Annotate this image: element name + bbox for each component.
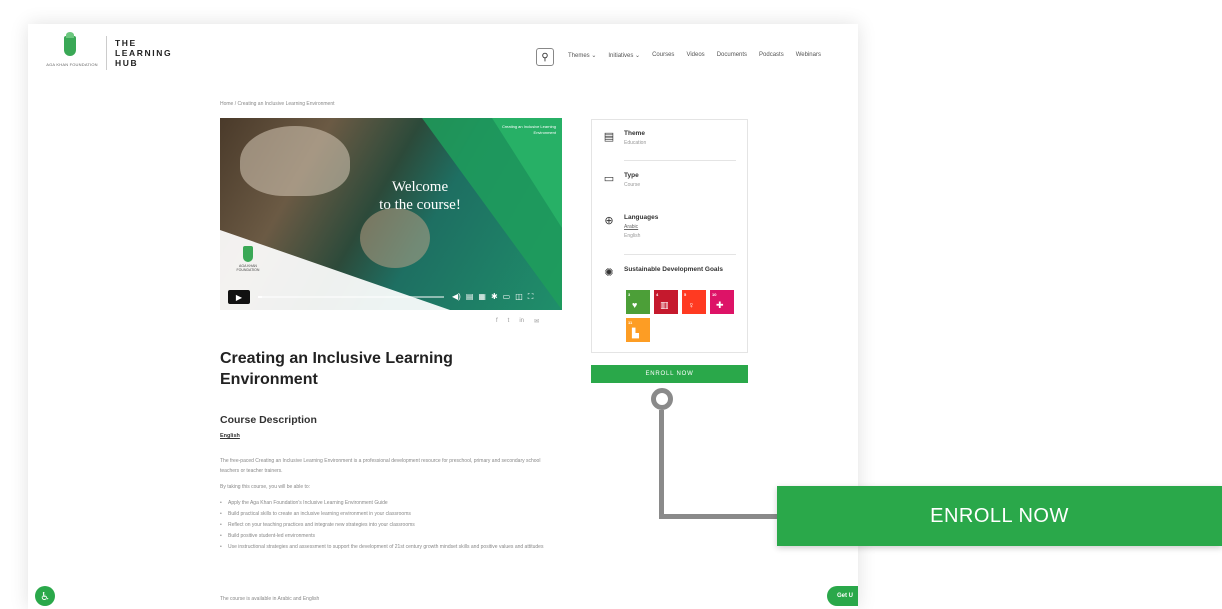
language-link[interactable]: English <box>220 433 240 439</box>
cast-icon[interactable]: ◫ <box>515 292 523 302</box>
nav-item-podcasts[interactable]: Podcasts <box>759 52 784 59</box>
welcome-line-2: to the course! <box>379 197 461 213</box>
nav-item-documents[interactable]: Documents <box>717 52 747 59</box>
folder-icon: ▭ <box>603 173 615 185</box>
theme-label: Theme <box>624 130 645 137</box>
facebook-icon[interactable]: f <box>496 318 498 325</box>
sdg-icons: 3 ♥ 4 ▥ 5 ♀ 10 ✚ 11 ▙ <box>626 290 734 342</box>
description-intro: The free-paced Creating an Inclusive Lea… <box>220 458 541 474</box>
info-sdg: ✺ Sustainable Development Goals <box>602 266 724 280</box>
type-value: Course <box>624 182 641 188</box>
sdg-wheel-icon: ✺ <box>604 267 614 279</box>
language-arabic-link[interactable]: Arabic <box>624 224 658 230</box>
video-photo-figure <box>240 126 350 196</box>
nav-item-initiatives[interactable]: Initiatives ⌄ <box>608 52 640 59</box>
description-outcomes-lead: By taking this course, you will be able … <box>220 484 311 490</box>
captions-icon[interactable]: ▤ <box>466 292 474 302</box>
callout-line-vertical <box>659 410 664 518</box>
logo-line-2: LEARNING <box>115 48 173 58</box>
logo-line-1: THE <box>115 38 137 48</box>
language-english: English <box>624 233 641 239</box>
video-controls: ▶ ◀) ▤ ▦ ✱ ▭ ◫ ⛶ <box>220 290 562 304</box>
list-item: Build practical skills to create an incl… <box>220 509 560 519</box>
info-type: ▭ Type Course <box>602 172 640 188</box>
play-icon: ▶ <box>235 292 243 302</box>
main-nav: Themes ⌄ Initiatives ⌄ Courses Videos Do… <box>568 52 821 59</box>
accessibility-icon: ♿ <box>40 590 50 603</box>
logo-mark: AGA KHAN FOUNDATION <box>44 32 100 72</box>
info-languages: ⊕ Languages Arabic English <box>602 214 658 239</box>
sdg-4-icon[interactable]: 4 ▥ <box>654 290 678 314</box>
welcome-line-1: Welcome <box>391 179 449 195</box>
breadcrumb[interactable]: Home / Creating an Inclusive Learning En… <box>220 101 335 107</box>
nav-item-themes[interactable]: Themes ⌄ <box>568 52 596 59</box>
site-logo[interactable]: AGA KHAN FOUNDATION THE LEARNING HUB <box>44 32 172 72</box>
sdg-11-icon[interactable]: 11 ▙ <box>626 318 650 342</box>
outcomes-list: Apply the Aga Khan Foundation's Inclusiv… <box>220 498 560 552</box>
search-button[interactable]: ⚲ <box>536 48 554 66</box>
theme-value: Education <box>624 140 647 146</box>
volume-icon[interactable]: ◀) <box>452 292 461 302</box>
divider <box>624 160 736 161</box>
search-icon: ⚲ <box>541 51 549 63</box>
browser-page: AGA KHAN FOUNDATION THE LEARNING HUB ⚲ T… <box>28 24 858 609</box>
globe-icon: ⊕ <box>604 215 614 227</box>
enroll-now-callout-button[interactable]: ENROLL NOW <box>777 486 1222 546</box>
sdg-label: Sustainable Development Goals <box>624 266 723 273</box>
callout-circle <box>651 388 673 410</box>
book-icon: ▤ <box>603 131 615 143</box>
fullscreen-icon[interactable]: ⛶ <box>528 292 534 302</box>
play-button[interactable]: ▶ <box>228 290 250 304</box>
info-theme: ▤ Theme Education <box>602 130 646 146</box>
email-icon[interactable]: ✉ <box>534 318 539 325</box>
video-welcome-text: Welcome to the course! <box>340 178 500 214</box>
video-player[interactable]: Creating an Inclusive Learning Environme… <box>220 118 562 310</box>
video-logo: AGA KHAN FOUNDATION <box>228 246 268 272</box>
list-item: Use instructional strategies and assessm… <box>220 542 560 552</box>
logo-icon <box>64 32 76 56</box>
list-item: Build positive student-led environments <box>220 531 560 541</box>
share-icons: f t in ✉ <box>496 318 539 325</box>
list-item: Reflect on your teaching practices and i… <box>220 520 560 530</box>
settings-icon[interactable]: ✱ <box>491 292 498 302</box>
sdg-5-icon[interactable]: 5 ♀ <box>682 290 706 314</box>
list-item: Apply the Aga Khan Foundation's Inclusiv… <box>220 498 560 508</box>
pip-icon[interactable]: ▭ <box>503 292 511 302</box>
course-title: Creating an Inclusive Learning Environme… <box>220 350 453 388</box>
video-corner-title: Creating an Inclusive Learning Environme… <box>501 124 556 135</box>
video-logo-icon <box>243 246 253 262</box>
logo-foundation-text: AGA KHAN FOUNDATION <box>46 62 98 67</box>
transcript-icon[interactable]: ▦ <box>478 292 486 302</box>
course-description-heading: Course Description <box>220 414 317 426</box>
site-header: AGA KHAN FOUNDATION THE LEARNING HUB ⚲ T… <box>28 24 858 84</box>
divider <box>624 254 736 255</box>
nav-item-courses[interactable]: Courses <box>652 52 674 59</box>
linkedin-icon[interactable]: in <box>519 318 524 325</box>
course-description: The free-paced Creating an Inclusive Lea… <box>220 456 560 553</box>
sdg-10-icon[interactable]: 10 ✚ <box>710 290 734 314</box>
video-progress-fill <box>258 296 262 298</box>
accessibility-button[interactable]: ♿ <box>35 586 55 606</box>
enroll-now-button[interactable]: ENROLL NOW <box>591 365 748 383</box>
type-label: Type <box>624 172 639 179</box>
video-logo-text: AGA KHAN FOUNDATION <box>236 264 260 272</box>
sdg-3-icon[interactable]: 3 ♥ <box>626 290 650 314</box>
get-updates-button[interactable]: Get U <box>827 586 858 606</box>
video-progress-bar[interactable] <box>258 296 444 298</box>
video-control-icons: ◀) ▤ ▦ ✱ ▭ ◫ ⛶ <box>452 292 533 302</box>
callout-line-horizontal <box>659 514 779 519</box>
twitter-icon[interactable]: t <box>508 318 510 325</box>
nav-item-videos[interactable]: Videos <box>686 52 704 59</box>
availability-text: The course is available in Arabic and En… <box>220 596 320 602</box>
logo-wordmark: THE LEARNING HUB <box>115 38 172 68</box>
nav-item-webinars[interactable]: Webinars <box>796 52 821 59</box>
logo-divider <box>106 36 107 70</box>
languages-label: Languages <box>624 214 659 221</box>
logo-line-3: HUB <box>115 58 139 68</box>
course-info-card: ▤ Theme Education ▭ Type Course ⊕ Langua… <box>591 119 748 353</box>
